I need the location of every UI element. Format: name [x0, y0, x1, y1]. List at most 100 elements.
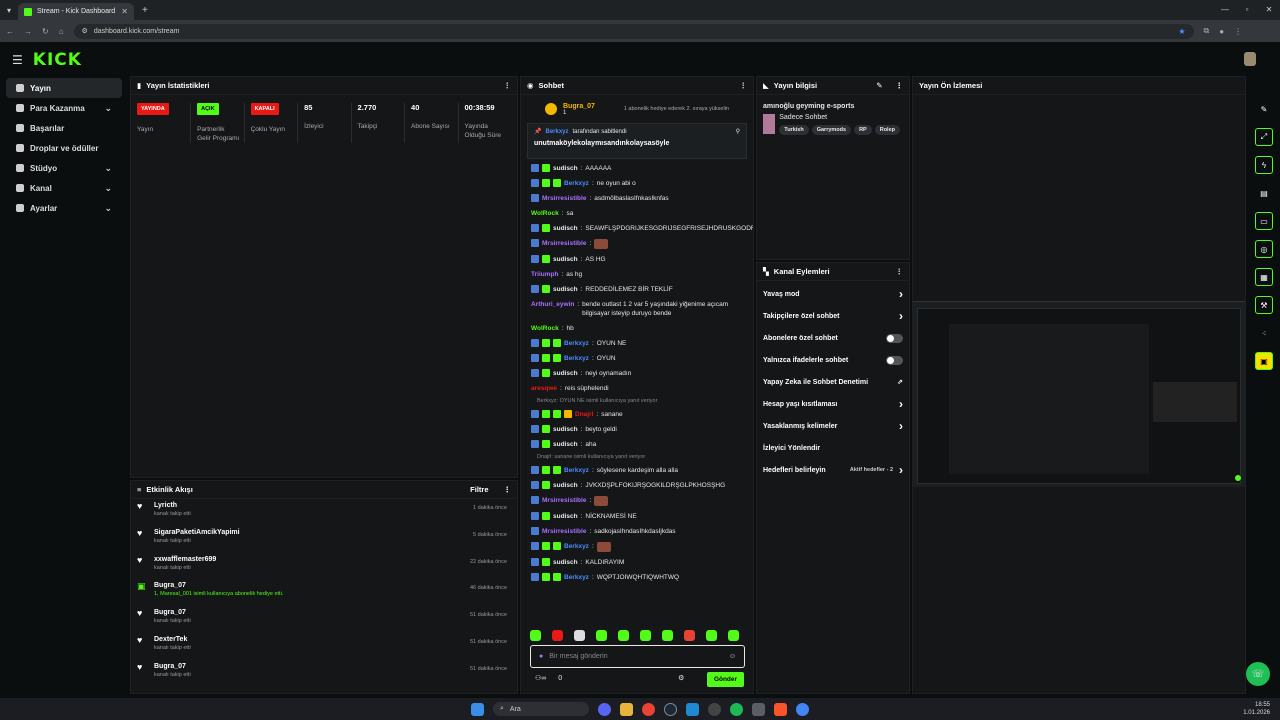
chat-message[interactable]: sudisch: KALDIRAYIM — [521, 555, 753, 570]
emote-icon[interactable] — [640, 630, 651, 641]
chat-username[interactable]: Arthuri_eywin — [531, 300, 574, 309]
feed-item[interactable]: ▣ Bugra_07 1, Maresal_001 isimli kullanıcı… — [131, 579, 517, 606]
chat-username[interactable]: aresqwe — [531, 384, 557, 393]
brave-icon[interactable] — [774, 702, 787, 716]
action-item[interactable]: Abonelere özel sohbet — [757, 327, 909, 349]
chat-username[interactable]: Mrsirresistible — [542, 527, 586, 536]
taskbar-search[interactable]: ⌕ Ara — [493, 702, 589, 716]
chat-message[interactable]: Dnajrl: sanane — [521, 407, 753, 422]
points-icon[interactable]: ⚇∞ — [535, 674, 546, 682]
chat-username[interactable]: sudisch — [553, 164, 578, 173]
windows-start-icon[interactable] — [471, 702, 484, 716]
more-icon[interactable]: ⋮ — [896, 81, 904, 90]
broadcast-icon[interactable]: ◎ — [1255, 240, 1273, 258]
site-info-icon[interactable]: ⚙ — [82, 27, 88, 35]
chat-message[interactable]: Arthuri_eywin: bende outlast 1 2 var 5 ya… — [521, 297, 753, 321]
chevron-right-icon[interactable]: › — [899, 463, 903, 477]
feed-item[interactable]: ♥ Bugra_07 kanalı takip etti 51 dakika önce — [131, 606, 517, 633]
action-item[interactable]: Yapay Zeka ile Sohbet Denetimi ⇗ — [757, 371, 909, 393]
chat-username[interactable]: Berkxyz — [564, 179, 589, 188]
send-button[interactable]: Gönder — [707, 672, 744, 687]
browser-tab[interactable]: Stream - Kick Dashboard ✕ — [18, 3, 134, 20]
chat-username[interactable]: sudisch — [553, 481, 578, 490]
new-tab-icon[interactable]: + — [142, 5, 148, 16]
action-item[interactable]: Yasaklanmış kelimeler › — [757, 415, 909, 437]
chat-username[interactable]: sudisch — [553, 512, 578, 521]
emote-icon[interactable] — [662, 630, 673, 641]
chat-message[interactable]: WolRock: hb — [521, 321, 753, 336]
feed-item[interactable]: ♥ Bugra_07 kanalı takip etti 51 dakika önce — [131, 660, 517, 687]
edit-icon[interactable]: ✎ — [876, 81, 882, 90]
chrome-active-icon[interactable] — [796, 702, 809, 716]
chat-username[interactable]: sudisch — [553, 369, 578, 378]
fullscreen-icon[interactable]: ⤢ — [1255, 128, 1273, 146]
chat-message[interactable]: Triiumph: as hg — [521, 267, 753, 282]
url-field[interactable]: ⚙ dashboard.kick.com/stream ★ — [73, 23, 1194, 39]
chat-username[interactable]: Berkxyz — [564, 573, 589, 582]
tag-chip[interactable]: Rolep — [874, 125, 900, 135]
chevron-right-icon[interactable]: › — [899, 309, 903, 323]
chat-message[interactable]: Berkxyz: ne oyun abi o — [521, 176, 753, 191]
chat-username[interactable]: Berkxyz — [564, 354, 589, 363]
action-item[interactable]: Yalnızca ifadelerle sohbet — [757, 349, 909, 371]
tag-chip[interactable]: Turkish — [779, 125, 809, 135]
chat-message[interactable]: sudisch: neyi oynamadın — [521, 366, 753, 381]
chevron-down-icon[interactable]: ⌄ — [104, 163, 112, 174]
spotify-icon[interactable] — [730, 702, 743, 716]
sidebar-item[interactable]: Ayarlar ⌄ — [6, 198, 122, 218]
chat-message[interactable]: sudisch: NİCKNAMESİ NE — [521, 509, 753, 524]
lightning-icon[interactable]: ϟ — [1255, 156, 1273, 174]
chevron-down-icon[interactable]: ⌄ — [104, 183, 112, 194]
chat-message[interactable]: sudisch: AAAAAA — [521, 161, 753, 176]
preview-video[interactable] — [913, 301, 1245, 487]
chat-message[interactable]: sudisch: REDDEDİLEMEZ BİR TEKLİF — [521, 282, 753, 297]
help-chat-icon[interactable]: ☏ — [1246, 662, 1270, 686]
extensions-icon[interactable]: ⧉ — [1204, 26, 1210, 36]
feed-item[interactable]: ♥ SigaraPaketiAmcikYapimi kanalı takip ett… — [131, 526, 517, 553]
chat-message[interactable]: Berkxyz: — [521, 539, 753, 555]
bookmark-star-icon[interactable]: ★ — [1178, 27, 1185, 36]
chat-message[interactable]: Berkxyz: OYUN — [521, 351, 753, 366]
home-icon[interactable]: ⌂ — [59, 27, 64, 36]
notepad-icon[interactable] — [752, 702, 765, 716]
minimize-icon[interactable]: — — [1214, 0, 1236, 20]
system-clock[interactable]: 18:55 1.01.2026 — [1243, 701, 1270, 717]
feed-item[interactable]: ♥ xxwafflemaster699 kanalı takip etti 22 da… — [131, 553, 517, 580]
sidebar-item[interactable]: Yayın — [6, 78, 122, 98]
chevron-right-icon[interactable]: › — [899, 397, 903, 411]
mic-icon[interactable]: ● — [539, 653, 543, 660]
reload-icon[interactable]: ↻ — [42, 27, 49, 36]
action-item[interactable]: Hesap yaşı kısıtlaması › — [757, 393, 909, 415]
chat-message[interactable]: sudisch: JVKXDŞPLFOKIJRŞOGKILDRŞGLPKHOSŞH… — [521, 478, 753, 493]
chat-message[interactable]: sudisch: AS HG — [521, 252, 753, 267]
chat-message[interactable]: aresqwe: reis süphelendi — [521, 381, 753, 396]
feed-item[interactable]: ♥ Lyricth kanalı takip etti 1 dakika önce — [131, 499, 517, 526]
action-item[interactable]: Hedefleri belirleyin Aktif hedefler - 2 › — [757, 459, 909, 481]
sidebar-item[interactable]: Başarılar — [6, 118, 122, 138]
profile-icon[interactable]: ● — [1219, 27, 1224, 36]
chat-message[interactable]: Berkxyz: söylesene kardeşim alla alla — [521, 463, 753, 478]
chat-username[interactable]: sudisch — [553, 285, 578, 294]
sidebar-item[interactable]: Droplar ve ödüller — [6, 138, 122, 158]
vscode-icon[interactable] — [686, 702, 699, 716]
chevron-down-icon[interactable]: ⌄ — [104, 203, 112, 214]
chat-settings-icon[interactable]: ⚙ — [678, 674, 684, 682]
layout-icon[interactable]: ▦ — [1255, 268, 1273, 286]
chat-username[interactable]: Berkxyz — [564, 339, 589, 348]
toggle-switch[interactable] — [886, 333, 903, 343]
emoji-icon[interactable]: ☺ — [729, 653, 736, 660]
forward-icon[interactable]: → — [24, 27, 32, 36]
chat-username[interactable]: WolRock — [531, 324, 559, 333]
tag-chip[interactable]: RP — [854, 125, 872, 135]
folder-icon[interactable] — [620, 702, 633, 716]
chat-message[interactable]: WolRock: sa — [521, 206, 753, 221]
tab-menu-icon[interactable]: ▾ — [0, 6, 18, 15]
chat-message[interactable]: Mrsirresistible: sadkojasIhndasIhkdasIjkd… — [521, 524, 753, 539]
external-link-icon[interactable]: ⇗ — [897, 378, 903, 386]
more-icon[interactable]: ⋮ — [504, 485, 512, 494]
action-item[interactable]: Takipçilere özel sohbet › — [757, 305, 909, 327]
tag-chip[interactable]: Garrymods — [811, 125, 852, 135]
toggle-switch[interactable] — [886, 355, 903, 365]
chat-username[interactable]: sudisch — [553, 255, 578, 264]
chat-message[interactable]: Mrsirresistible: — [521, 493, 753, 509]
